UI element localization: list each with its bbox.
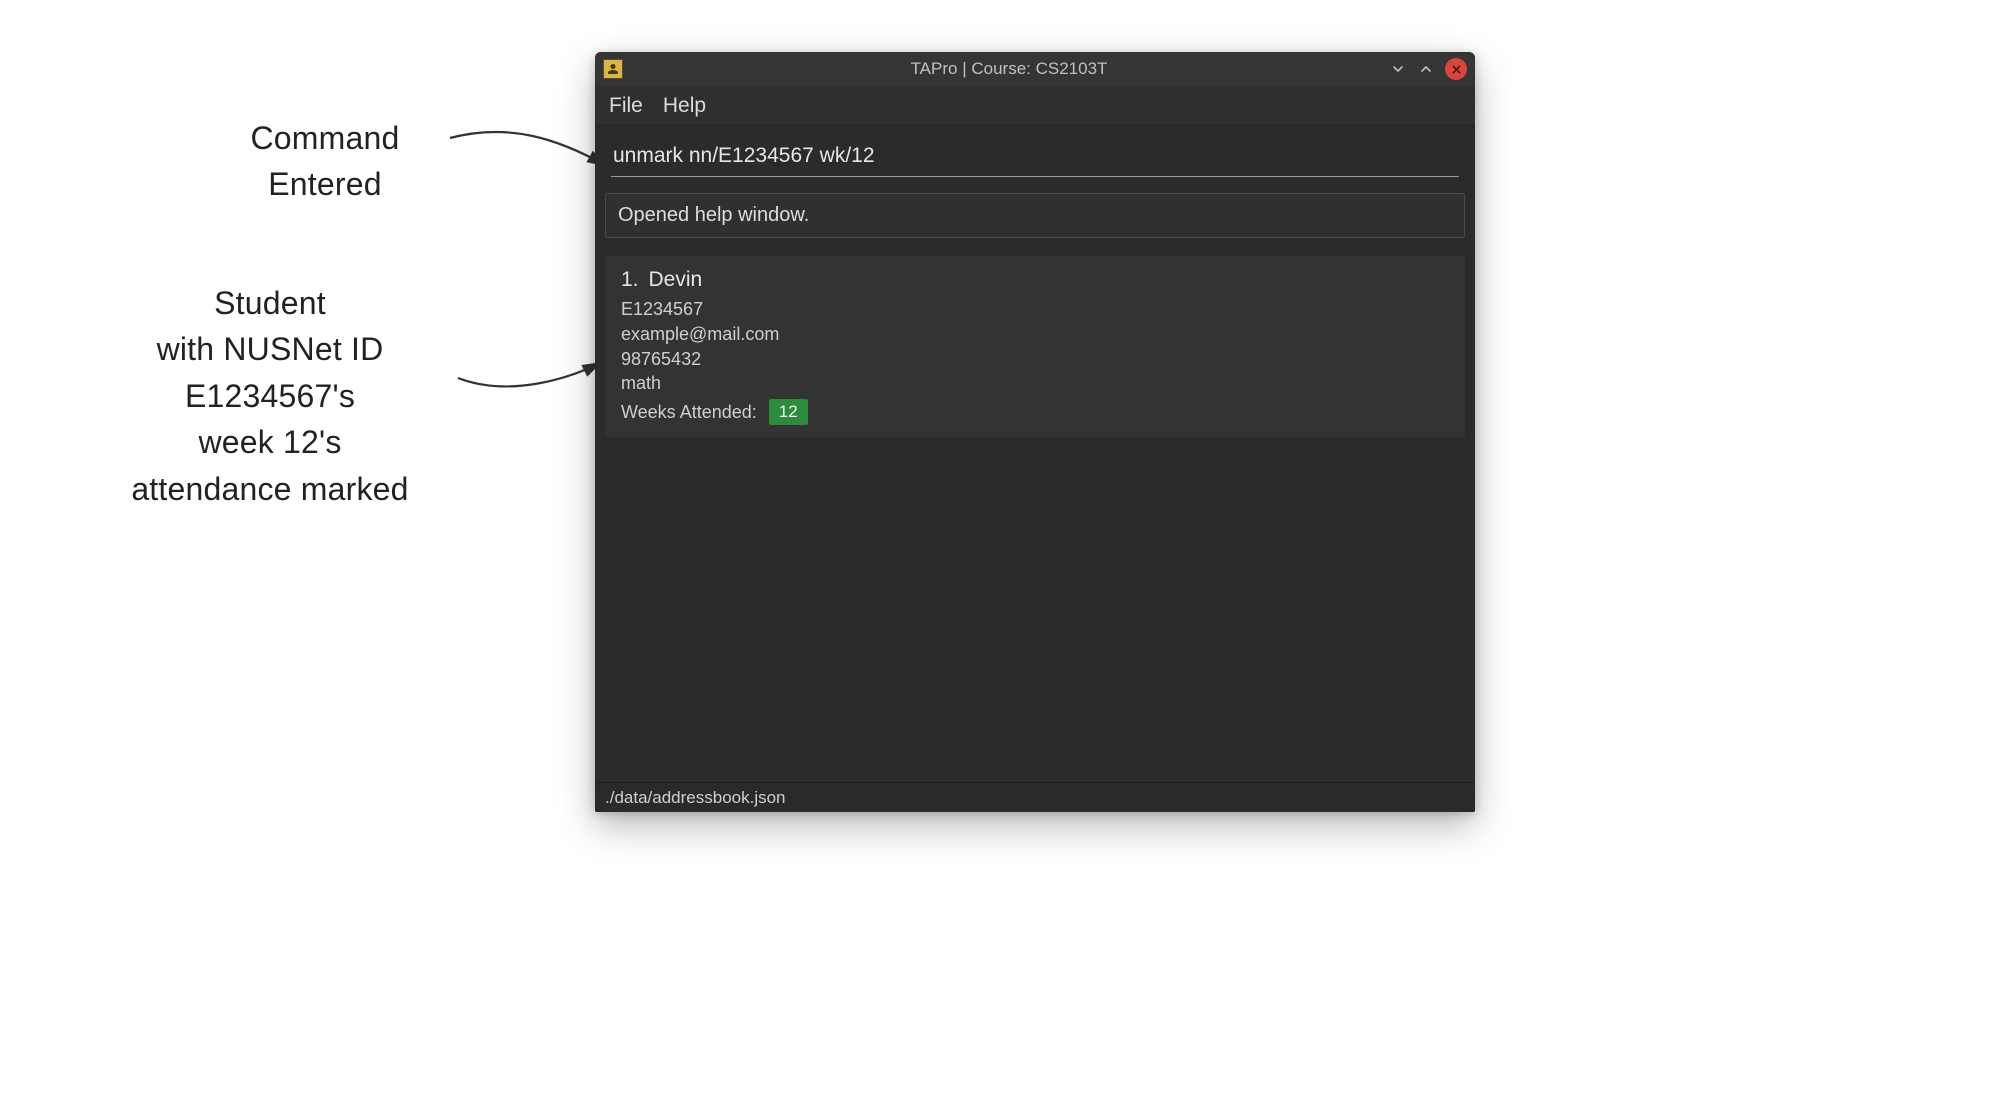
annotation-command-entered: Command Entered [180,115,470,208]
student-title: 1. Devin [621,266,1449,295]
chevron-down-icon [1390,61,1406,77]
titlebar: TAPro | Course: CS2103T [595,52,1475,86]
student-phone: 98765432 [621,347,1449,372]
close-button[interactable] [1445,58,1467,80]
app-window: TAPro | Course: CS2103T File Help [595,52,1475,812]
annotation-student-desc: Student with NUSNet ID E1234567's week 1… [80,280,460,512]
menu-help[interactable]: Help [663,94,706,118]
result-panel: Opened help window. [605,193,1465,238]
result-text: Opened help window. [618,204,809,226]
student-email: example@mail.com [621,322,1449,347]
minimize-button[interactable] [1389,60,1407,78]
person-icon [607,63,619,75]
window-title: TAPro | Course: CS2103T [629,59,1389,79]
weeks-label: Weeks Attended: [621,400,757,425]
annotation-command-entered-text: Command Entered [250,120,399,202]
student-card[interactable]: 1. Devin E1234567 example@mail.com 987654… [605,256,1465,437]
week-badge: 12 [769,399,808,424]
maximize-button[interactable] [1417,60,1435,78]
content-area: Opened help window. 1. Devin E1234567 exa… [595,126,1475,782]
statusbar: ./data/addressbook.json [595,782,1475,812]
command-input[interactable] [611,140,1459,177]
close-icon [1451,64,1462,75]
menubar: File Help [595,86,1475,126]
chevron-up-icon [1418,61,1434,77]
app-icon [603,59,623,79]
student-name: Devin [649,268,703,291]
annotation-student-desc-text: Student with NUSNet ID E1234567's week 1… [131,285,408,507]
student-index: 1. [621,268,639,291]
student-module: math [621,371,1449,396]
status-path: ./data/addressbook.json [605,788,786,808]
student-list: 1. Devin E1234567 example@mail.com 987654… [605,256,1465,782]
menu-file[interactable]: File [609,94,643,118]
weeks-row: Weeks Attended: 12 [621,399,1449,424]
command-row [605,132,1465,179]
student-nusnet: E1234567 [621,297,1449,322]
